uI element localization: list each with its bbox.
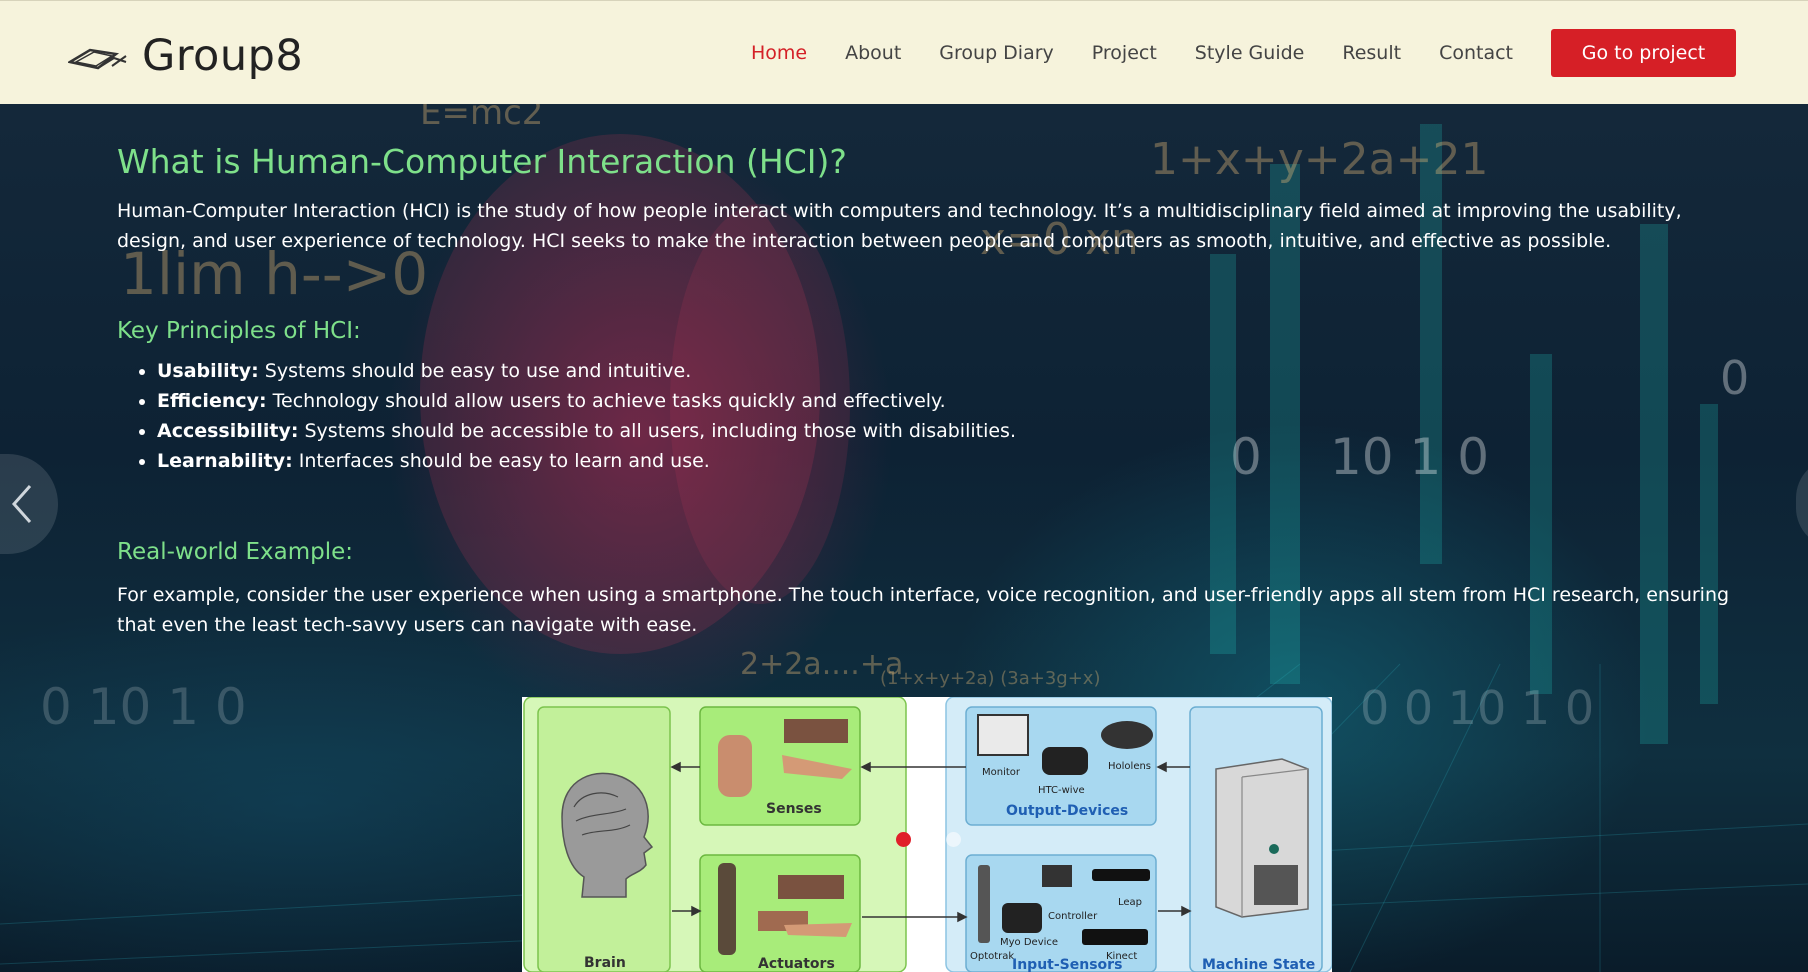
principle-text: Systems should be accessible to all user… — [298, 420, 1016, 442]
principle-term: Learnability: — [157, 450, 293, 472]
svg-text:E=mc2: E=mc2 — [420, 104, 543, 133]
eyes-icon — [784, 719, 848, 743]
example-paragraph: For example, consider the user experienc… — [117, 584, 1730, 636]
nav-style-guide[interactable]: Style Guide — [1195, 42, 1305, 64]
leap-label: Leap — [1118, 897, 1142, 908]
carousel-dot-3[interactable] — [946, 832, 961, 847]
prev-slide-button[interactable] — [0, 454, 58, 554]
monitor-label: Monitor — [982, 767, 1021, 778]
input-sensors-label: Input-Sensors — [1012, 957, 1122, 972]
optotrak-label: Optotrak — [970, 951, 1014, 962]
carousel-dot-2[interactable] — [921, 832, 936, 847]
hololens-icon — [1101, 721, 1153, 749]
intro-paragraph: Human-Computer Interaction (HCI) is the … — [117, 200, 1682, 252]
nav-group-diary[interactable]: Group Diary — [939, 42, 1054, 64]
carousel-indicators — [896, 832, 961, 847]
list-item: Accessibility: Systems should be accessi… — [157, 416, 1016, 446]
principles-heading: Key Principles of HCI: — [117, 318, 361, 344]
book-logo-icon — [68, 48, 127, 70]
myo-icon — [1002, 903, 1042, 933]
svg-text:0: 0 — [1230, 428, 1262, 486]
principle-term: Usability: — [157, 360, 259, 382]
machine-state-label: Machine State — [1202, 957, 1315, 972]
svg-text:0 0 10 1 0: 0 0 10 1 0 — [1360, 681, 1594, 735]
svg-text:10 1 0: 10 1 0 — [1330, 428, 1489, 486]
computer-tower-icon — [1215, 758, 1309, 918]
principles-list: Usability: Systems should be easy to use… — [157, 356, 1016, 476]
senses-label: Senses — [766, 801, 822, 817]
kinect-icon — [1082, 929, 1148, 945]
svg-text:2+2a....+a: 2+2a....+a — [740, 647, 903, 682]
monitor-icon — [977, 714, 1029, 756]
optotrak-icon — [978, 865, 990, 943]
nav-result[interactable]: Result — [1342, 42, 1401, 64]
principle-term: Efficiency: — [157, 390, 267, 412]
nav-home[interactable]: Home — [751, 42, 807, 64]
nav-contact[interactable]: Contact — [1439, 42, 1513, 64]
controller-label: Controller — [1048, 911, 1098, 922]
list-item: Learnability: Interfaces should be easy … — [157, 446, 1016, 476]
nav-project[interactable]: Project — [1092, 42, 1157, 64]
principle-text: Interfaces should be easy to learn and u… — [292, 450, 710, 472]
ear-icon — [718, 735, 752, 797]
svg-text:1+x+y+2a+21: 1+x+y+2a+21 — [1150, 134, 1489, 185]
vr-headset-icon — [1042, 747, 1088, 775]
person-icon — [718, 863, 736, 955]
hololens-label: Hololens — [1108, 761, 1151, 772]
chevron-left-icon — [11, 485, 32, 523]
list-item: Usability: Systems should be easy to use… — [157, 356, 1016, 386]
logo[interactable]: Group8 — [68, 31, 303, 81]
svg-text:0 10 1 0: 0 10 1 0 — [40, 678, 247, 736]
main-nav: Home About Group Diary Project Style Gui… — [751, 1, 1808, 105]
controller-icon — [1042, 865, 1072, 887]
carousel-dot-1[interactable] — [896, 832, 911, 847]
open-hand-icon — [784, 923, 852, 937]
mouth-icon — [778, 875, 844, 899]
logo-text: Group8 — [142, 31, 304, 81]
brain-label: Brain — [584, 955, 626, 971]
output-devices-label: Output-Devices — [1006, 803, 1128, 819]
principle-text: Technology should allow users to achieve… — [266, 390, 946, 412]
hero-slide: E=mc2 1+x+y+2a+21 1lim h-->0 x=0 xn 2+2a… — [0, 104, 1808, 972]
example-heading: Real-world Example: — [117, 539, 354, 565]
go-to-project-button[interactable]: Go to project — [1551, 29, 1736, 77]
leap-icon — [1092, 869, 1150, 881]
htc-label: HTC-wive — [1038, 785, 1085, 796]
site-header: Group8 Home About Group Diary Project St… — [0, 0, 1808, 104]
actuators-label: Actuators — [758, 956, 835, 972]
list-item: Efficiency: Technology should allow user… — [157, 386, 1016, 416]
svg-text:0: 0 — [1720, 351, 1749, 405]
nav-about[interactable]: About — [845, 42, 901, 64]
svg-text:(1+x+y+2a) (3a+3g+x): (1+x+y+2a) (3a+3g+x) — [880, 668, 1100, 689]
myo-label: Myo Device — [1000, 937, 1058, 948]
page-title: What is Human-Computer Interaction (HCI)… — [117, 142, 847, 181]
principle-term: Accessibility: — [157, 420, 299, 442]
principle-text: Systems should be easy to use and intuit… — [258, 360, 692, 382]
